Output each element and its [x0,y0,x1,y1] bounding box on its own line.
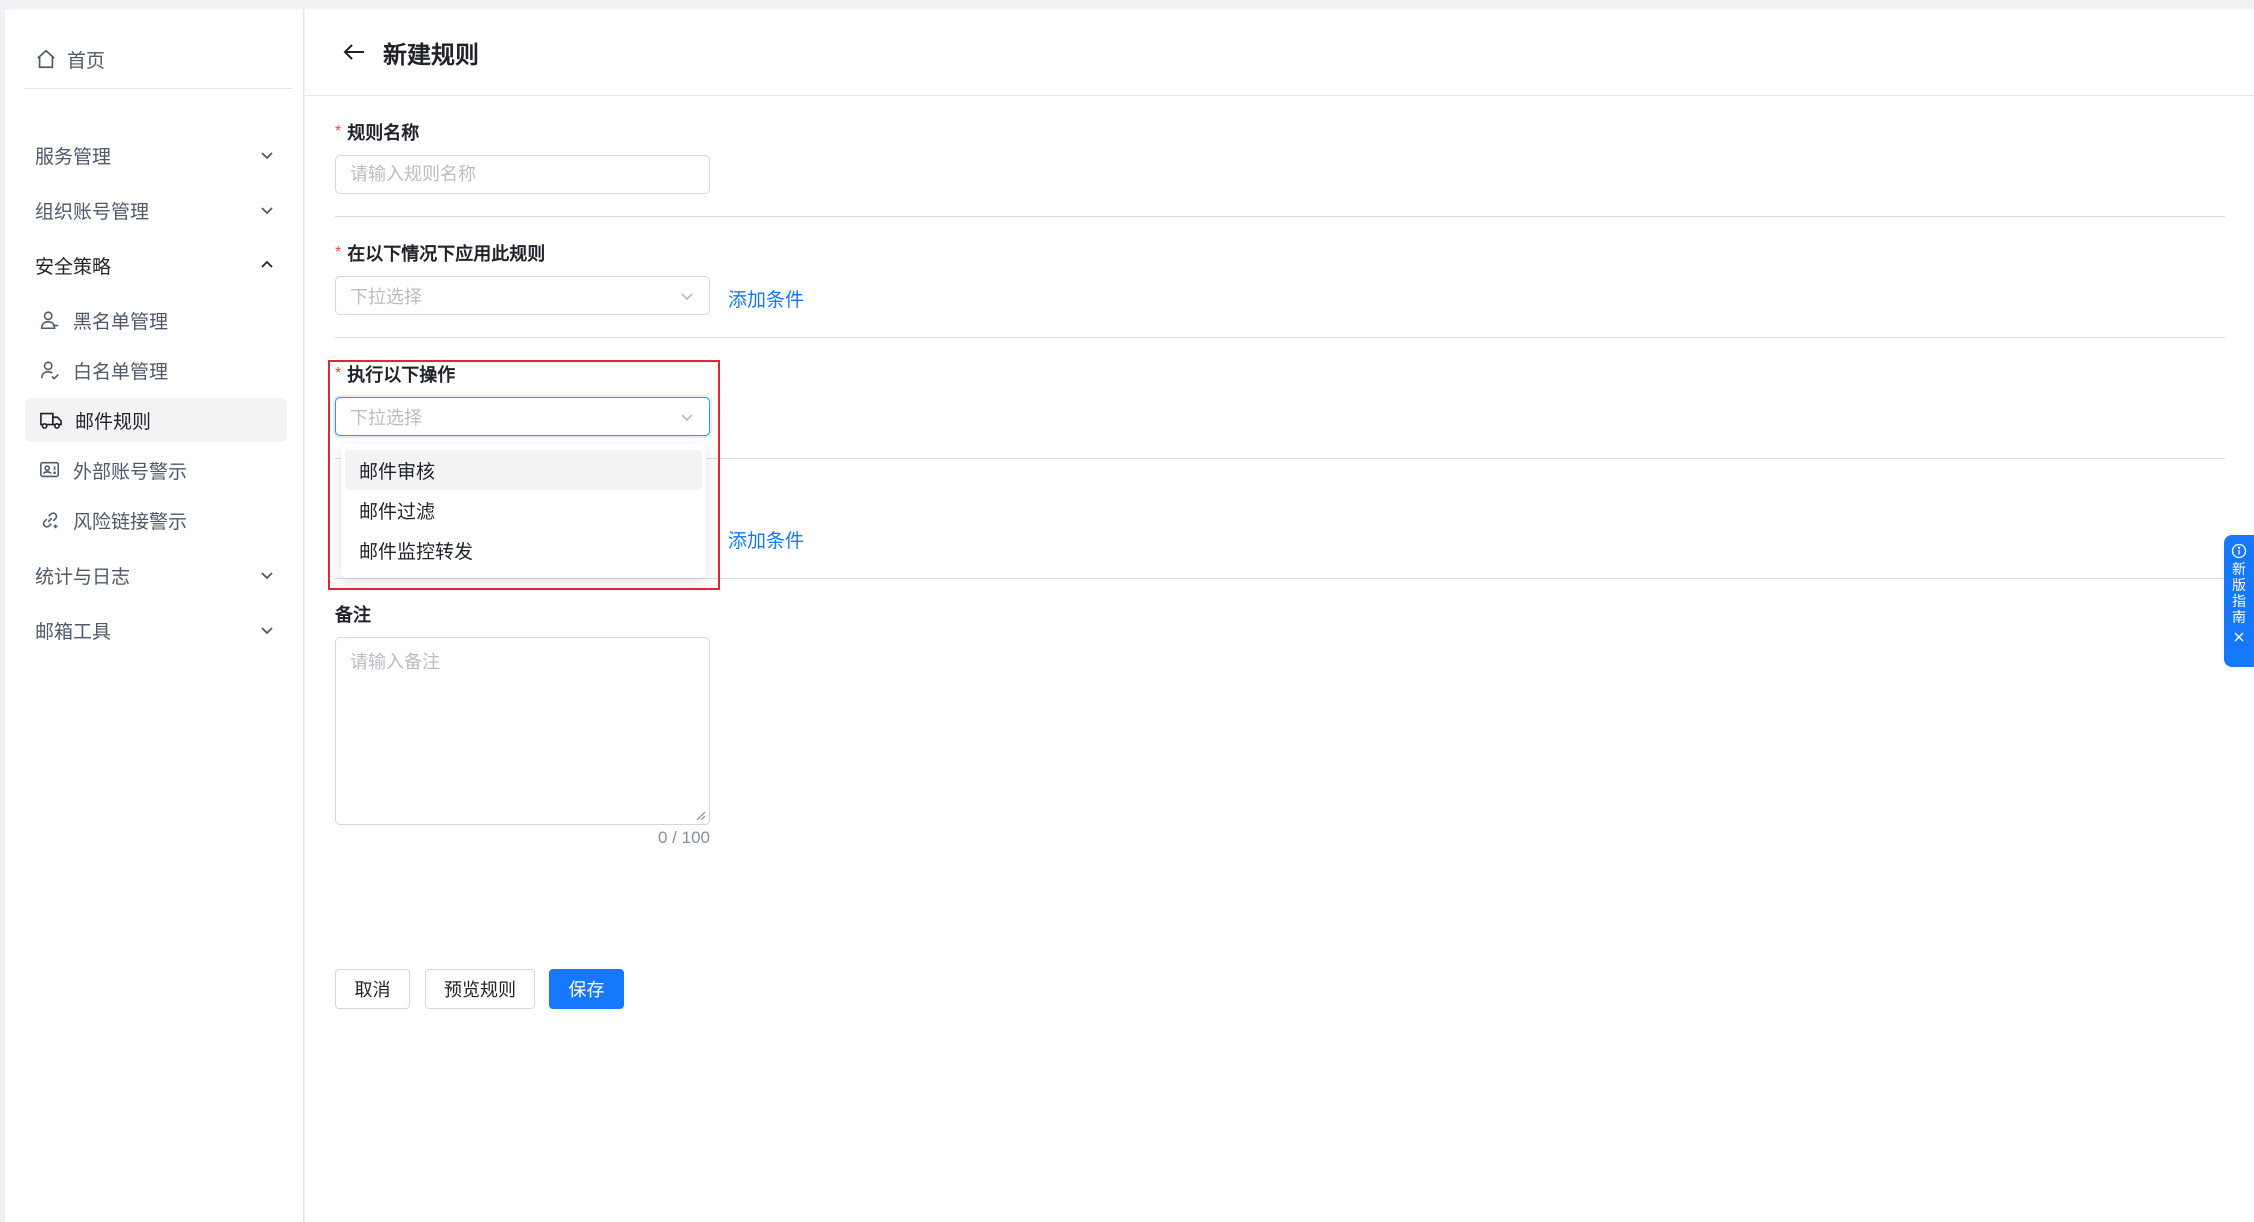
arrow-left-icon [343,44,364,60]
rule-name-label-text: 规则名称 [347,123,420,143]
required-mark: * [335,365,342,382]
char-counter: 0 / 100 [658,828,710,847]
sidebar-group-label: 邮箱工具 [35,621,112,643]
home-icon [37,49,55,69]
sidebar-group-label: 组织账号管理 [35,201,150,223]
sidebar-divider [25,88,293,89]
user-icon [40,311,59,330]
sidebar-item-home[interactable]: 首页 [35,41,105,77]
action-label-text: 执行以下操作 [347,365,456,385]
sidebar-item-label: 风险链接警示 [73,511,188,533]
save-button[interactable]: 保存 [549,969,624,1009]
page-title: 新建规则 [383,41,479,69]
resize-handle-icon[interactable] [696,811,706,821]
truck-icon [40,412,62,429]
sidebar: 首页 服务管理 组织账号管理 安全策略 黑名单管理 白名单管理 邮件规则 外部账… [5,9,304,1222]
sidebar-group-label: 安全策略 [35,256,112,278]
rule-name-input[interactable] [335,155,710,194]
main-content: 新建规则 * 规则名称 * 在以下情况下应用此规则 下拉选择 添加条件 * 执行… [305,9,2254,1222]
sidebar-item-home-label: 首页 [67,50,106,72]
rule-name-label: * 规则名称 [335,119,419,145]
sidebar-group-security[interactable]: 安全策略 [25,243,287,287]
sidebar-group-label: 统计与日志 [35,566,131,588]
remark-textarea[interactable] [335,637,710,825]
add-condition-link[interactable]: 添加条件 [728,285,804,312]
section-divider [335,578,2225,579]
sidebar-item-external-account-alert[interactable]: 外部账号警示 [25,448,287,492]
close-icon[interactable] [2233,631,2245,643]
condition-select[interactable]: 下拉选择 [335,276,710,315]
chevron-down-icon [261,627,273,635]
sidebar-item-risk-link-alert[interactable]: 风险链接警示 [25,498,287,542]
section-divider [335,216,2225,217]
sidebar-group-service[interactable]: 服务管理 [25,133,287,177]
sidebar-group-stats-logs[interactable]: 统计与日志 [25,553,287,597]
remark-label-text: 备注 [335,605,371,625]
condition-select-placeholder: 下拉选择 [350,286,422,307]
sidebar-item-blacklist[interactable]: 黑名单管理 [25,298,287,342]
condition-label-text: 在以下情况下应用此规则 [347,244,546,264]
section-divider [335,337,2225,338]
new-guide-tab[interactable]: 新版指南 [2224,535,2254,667]
cancel-button[interactable]: 取消 [335,969,410,1009]
chevron-down-icon [261,152,273,160]
dropdown-option[interactable]: 邮件监控转发 [345,530,702,570]
id-alert-icon [40,461,60,478]
page-header: 新建规则 [305,9,2254,96]
chevron-down-icon [261,572,273,580]
action-select-placeholder: 下拉选择 [350,407,422,428]
remark-label: 备注 [335,601,371,627]
info-icon [2231,543,2247,559]
required-mark: * [335,244,342,261]
action-label: * 执行以下操作 [335,361,455,387]
sidebar-item-whitelist[interactable]: 白名单管理 [25,348,287,392]
chevron-down-icon [261,207,273,215]
sidebar-group-org-account[interactable]: 组织账号管理 [25,188,287,232]
sidebar-group-label: 服务管理 [35,146,112,168]
sidebar-item-mail-rules[interactable]: 邮件规则 [25,398,287,442]
dropdown-option[interactable]: 邮件审核 [345,450,702,490]
condition-label: * 在以下情况下应用此规则 [335,240,545,266]
sidebar-item-label: 邮件规则 [75,411,152,433]
chevron-down-icon [681,292,693,300]
chevron-down-icon [681,413,693,421]
user-check-icon [40,361,59,380]
action-select[interactable]: 下拉选择 [335,397,710,436]
back-button[interactable] [341,41,367,63]
sidebar-item-label: 黑名单管理 [73,311,169,333]
add-condition-link[interactable]: 添加条件 [728,526,804,553]
dropdown-option[interactable]: 邮件过滤 [345,490,702,530]
sidebar-item-label: 白名单管理 [73,361,169,383]
guide-text: 新版指南 [2232,561,2246,625]
sidebar-item-label: 外部账号警示 [73,461,188,483]
action-dropdown-menu: 邮件审核 邮件过滤 邮件监控转发 [341,444,706,578]
chevron-up-icon [261,260,273,268]
sidebar-group-mailbox-tools[interactable]: 邮箱工具 [25,608,287,652]
link-icon [42,512,58,529]
preview-rule-button[interactable]: 预览规则 [425,969,535,1009]
required-mark: * [335,123,342,140]
